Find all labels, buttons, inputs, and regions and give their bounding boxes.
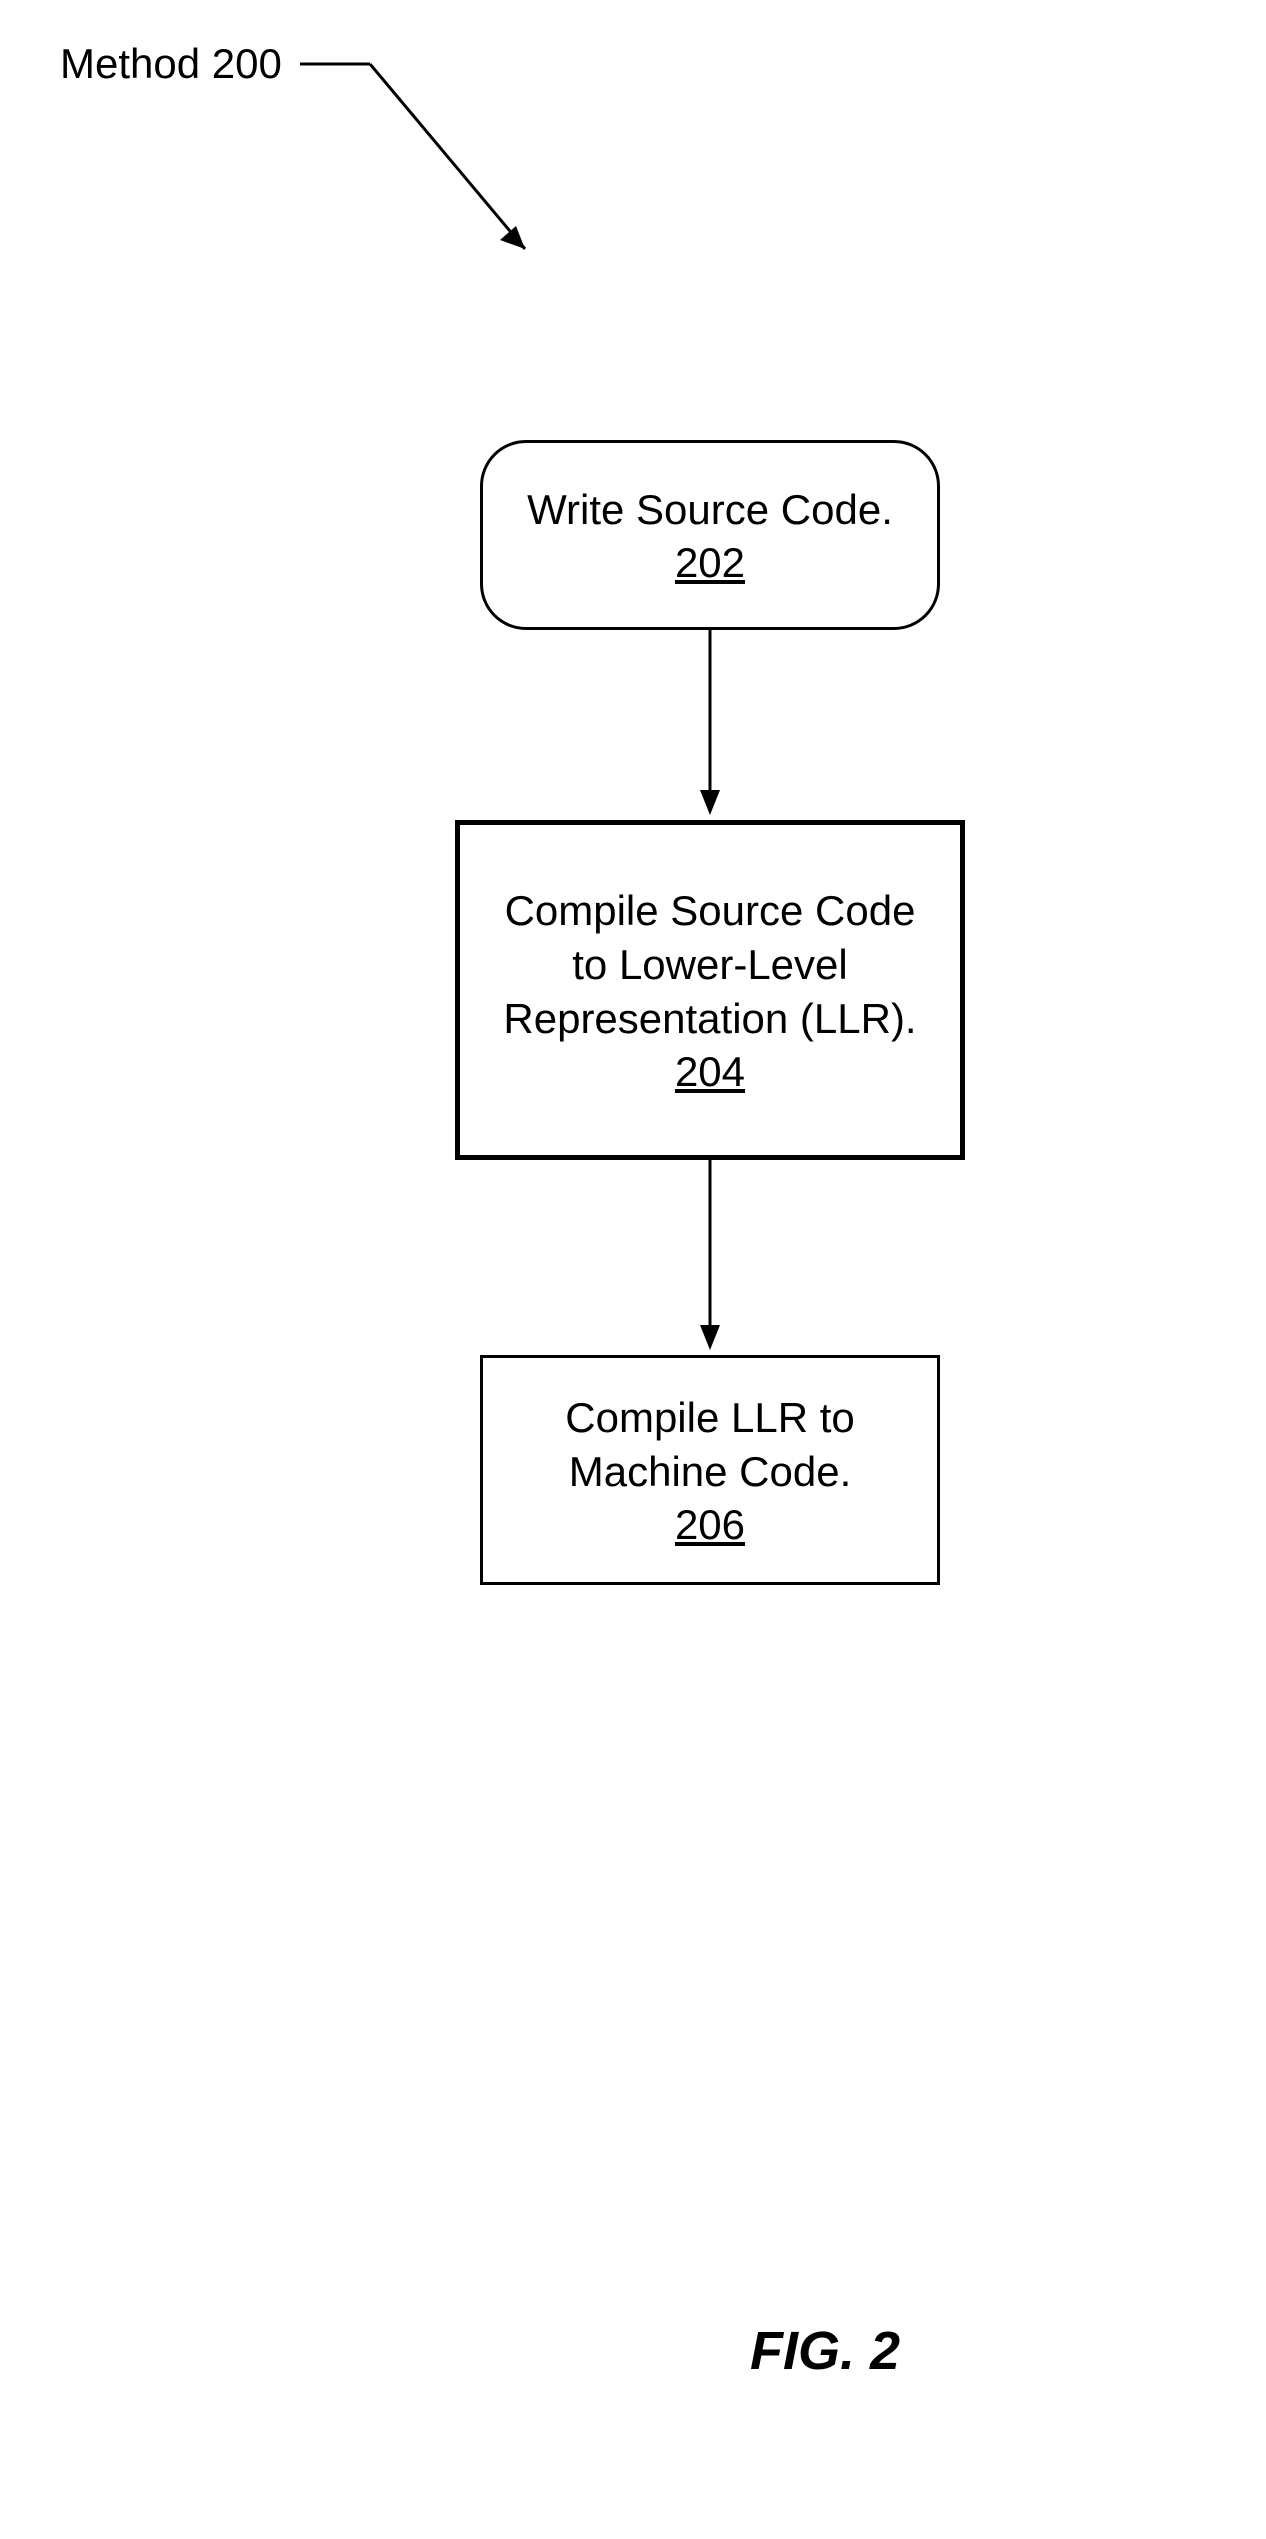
step-text: Compile LLR to Machine Code. <box>513 1391 907 1499</box>
arrow-1-to-2 <box>700 630 720 820</box>
step-text: Compile Source Code to Lower-Level Repre… <box>490 884 930 1045</box>
step-write-source: Write Source Code. 202 <box>480 440 940 630</box>
figure-caption: FIG. 2 <box>750 2320 900 2382</box>
arrow-2-to-3 <box>700 1160 720 1355</box>
step-number: 204 <box>675 1048 745 1096</box>
step-text: Write Source Code. <box>527 483 893 537</box>
step-compile-machine: Compile LLR to Machine Code. 206 <box>480 1355 940 1585</box>
step-number: 202 <box>675 539 745 587</box>
pointer-arrow <box>300 64 560 284</box>
step-compile-llr: Compile Source Code to Lower-Level Repre… <box>455 820 965 1160</box>
diagram-canvas: Method 200 Write Source Code. 202 Compil… <box>0 0 1266 2539</box>
step-number: 206 <box>675 1501 745 1549</box>
method-title: Method 200 <box>60 40 282 88</box>
